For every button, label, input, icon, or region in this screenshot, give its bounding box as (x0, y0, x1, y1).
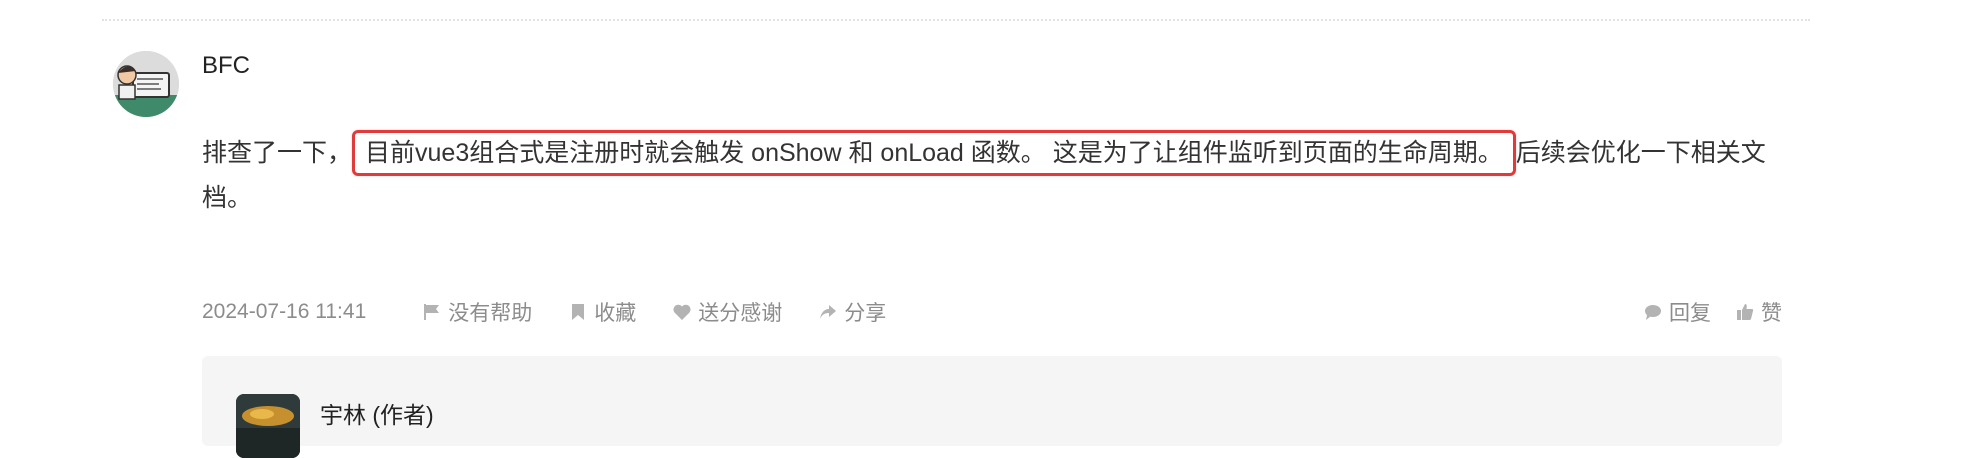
reply-label: 回复 (1669, 302, 1711, 325)
thumbs-up-icon (1737, 304, 1754, 320)
like-label: 赞 (1761, 302, 1782, 325)
section-divider (102, 19, 1810, 21)
reply-avatar-illustration-icon (236, 394, 300, 458)
share-label: 分享 (844, 302, 887, 325)
send-thanks-button[interactable]: 送分感谢 (672, 297, 782, 327)
not-helpful-button[interactable]: 没有帮助 (422, 297, 532, 327)
reply-author-name[interactable]: 宇林 (作者) (320, 396, 434, 430)
comment-timestamp: 2024-07-16 11:41 (202, 300, 367, 323)
comment-meta-bar: 2024-07-16 11:41 没有帮助 收藏 送分感谢 分享 回复 赞 (202, 292, 1782, 332)
share-button[interactable]: 分享 (818, 297, 886, 327)
author-avatar[interactable] (113, 51, 179, 117)
highlighted-text-box: 目前vue3组合式是注册时就会触发 onShow 和 onLoad 函数。 这是… (352, 130, 1516, 176)
reply-thread: 宇林 (作者) (202, 356, 1782, 458)
send-thanks-label: 送分感谢 (698, 302, 783, 325)
not-helpful-label: 没有帮助 (448, 302, 533, 325)
flag-icon (424, 304, 440, 320)
bookmark-label: 收藏 (594, 302, 637, 325)
comment-author-name[interactable]: BFC (202, 52, 250, 80)
like-button[interactable]: 赞 (1735, 297, 1782, 327)
speech-bubble-icon (1645, 305, 1661, 320)
bookmark-button[interactable]: 收藏 (568, 297, 636, 327)
heart-icon (673, 304, 691, 320)
reply-author-avatar[interactable] (236, 394, 300, 458)
avatar-illustration-icon (113, 51, 179, 117)
comment-body: 排查了一下， 目前vue3组合式是注册时就会触发 onShow 和 onLoad … (202, 130, 1772, 221)
reply-button[interactable]: 回复 (1643, 297, 1711, 327)
share-icon (820, 305, 837, 319)
comment-text-before: 排查了一下， (202, 139, 353, 167)
bookmark-icon (572, 304, 585, 320)
